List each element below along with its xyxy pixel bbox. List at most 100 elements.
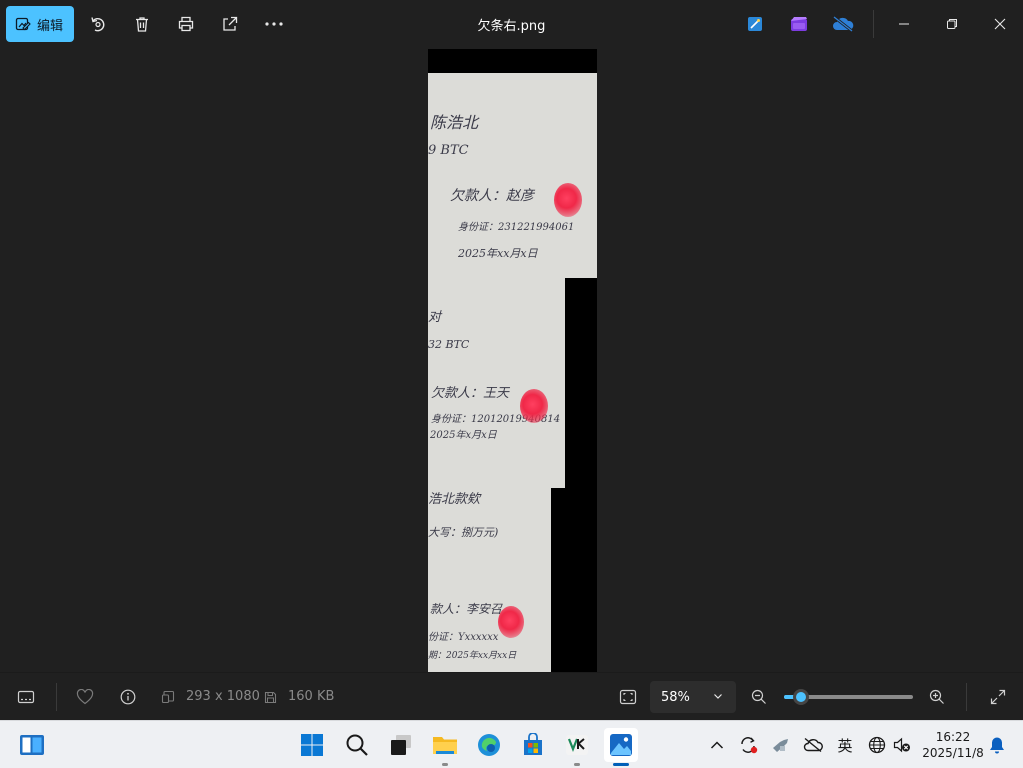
favorite-button[interactable] — [73, 685, 97, 709]
zoom-level-dropdown[interactable]: 58% — [650, 681, 736, 713]
rotate-icon — [91, 17, 105, 32]
red-fingerprint — [498, 606, 524, 638]
handwritten-text: 2025年xx月x日 — [458, 247, 538, 260]
running-indicator — [613, 763, 629, 766]
file-explorer-button[interactable] — [430, 730, 460, 766]
zoom-out-button[interactable] — [747, 685, 771, 709]
handwritten-text: 大写：捌万元) — [428, 526, 499, 539]
sync-icon — [741, 737, 758, 754]
handwritten-text: 欠款人：王天 — [431, 386, 510, 401]
iou-page-2: 对 32 BTC 欠款人：王天 身份证：12012019940814 2025年… — [428, 276, 565, 488]
task-view-button[interactable] — [386, 730, 416, 760]
start-button[interactable] — [297, 730, 327, 760]
iou-page-1: 陈浩北 9 BTC 欠款人：赵彦 身份证：231221994061 2025年x… — [428, 73, 597, 278]
restore-button[interactable] — [940, 12, 964, 36]
file-info-button[interactable] — [116, 685, 140, 709]
filmstrip-button[interactable] — [14, 685, 38, 709]
handwritten-text: 32 BTC — [428, 338, 470, 351]
handwritten-text: 9 BTC — [428, 143, 469, 158]
speaker-muted-icon — [893, 737, 910, 753]
onedrive-offline-icon — [833, 16, 854, 32]
tool-tray-button[interactable] — [770, 734, 792, 756]
task-view-icon — [391, 735, 411, 755]
edit-button-label: 编辑 — [37, 18, 64, 34]
input-method-indicator[interactable]: 英 — [834, 734, 856, 756]
iou-page-3: 浩北款欸 大写：捌万元) 款人：李安召 份证：Yxxxxxx 期：2025年xx… — [428, 488, 551, 672]
image-viewport[interactable]: 陈浩北 9 BTC 欠款人：赵彦 身份证：231221994061 2025年x… — [0, 49, 1023, 672]
chevron-up-icon — [710, 741, 724, 749]
share-icon — [223, 16, 238, 31]
zoom-out-icon — [751, 689, 766, 704]
globe-icon — [868, 736, 886, 754]
status-divider — [56, 683, 57, 711]
expand-icon — [990, 689, 1006, 705]
zoom-slider-thumb[interactable] — [792, 689, 809, 705]
displayed-image[interactable]: 陈浩北 9 BTC 欠款人：赵彦 身份证：231221994061 2025年x… — [428, 49, 597, 672]
search-icon — [346, 734, 368, 756]
designer-button[interactable] — [743, 12, 767, 36]
toolbar-divider — [873, 10, 874, 38]
show-hidden-icons-button[interactable] — [706, 734, 728, 756]
status-divider — [966, 683, 967, 711]
fit-to-window-button[interactable] — [616, 685, 640, 709]
app-vk-icon — [566, 735, 588, 755]
zoom-level-value: 58% — [661, 689, 690, 705]
more-icon — [265, 22, 283, 26]
windows-taskbar: 英 16:22 2025/11/8 — [0, 720, 1023, 768]
file-size-icon — [260, 685, 280, 709]
onedrive-tray-button[interactable] — [802, 734, 824, 756]
heart-icon — [76, 689, 94, 705]
clock-date: 2025/11/8 — [922, 746, 984, 760]
restore-icon — [947, 19, 957, 29]
print-button[interactable] — [174, 12, 198, 36]
folder-icon — [433, 737, 457, 754]
fullscreen-button[interactable] — [986, 685, 1010, 709]
fit-window-icon — [619, 689, 637, 705]
handwritten-text: 陈浩北 — [430, 113, 479, 132]
red-fingerprint — [520, 389, 548, 423]
volume-muted-button[interactable] — [891, 734, 913, 756]
handwritten-text: 2025年x月x日 — [430, 430, 497, 441]
handwritten-text: 身份证：231221994061 — [458, 222, 575, 233]
dimensions-icon — [158, 685, 178, 709]
system-clock[interactable]: 16:22 2025/11/8 — [918, 729, 988, 761]
delete-button[interactable] — [130, 12, 154, 36]
clock-time: 16:22 — [935, 730, 971, 744]
rotate-button[interactable] — [86, 12, 110, 36]
zoom-in-button[interactable] — [925, 685, 949, 709]
search-button[interactable] — [342, 730, 372, 760]
network-tray-button[interactable] — [866, 734, 888, 756]
handwritten-text: 款人：李安召 — [430, 602, 503, 616]
onedrive-button[interactable] — [831, 12, 855, 36]
close-icon — [994, 18, 1006, 30]
tool-icon — [773, 739, 788, 752]
photos-icon — [610, 734, 632, 756]
handwritten-text: 份证：Yxxxxxx — [428, 632, 499, 643]
edge-button[interactable] — [474, 730, 504, 760]
handwritten-text: 浩北款欸 — [428, 492, 481, 507]
more-options-button[interactable] — [262, 12, 286, 36]
cloud-offline-icon — [803, 737, 823, 753]
close-button[interactable] — [988, 12, 1012, 36]
share-button[interactable] — [218, 12, 242, 36]
image-dimensions: 293 x 1080 — [186, 689, 260, 704]
status-bar: 293 x 1080 160 KB 58% — [0, 672, 1023, 720]
notifications-button[interactable] — [986, 734, 1008, 756]
edit-button[interactable]: 编辑 — [6, 6, 74, 42]
widgets-button[interactable] — [17, 730, 47, 760]
trash-icon — [136, 17, 148, 32]
handwritten-text: 期：2025年xx月xx日 — [428, 651, 517, 661]
edit-image-icon — [15, 17, 31, 31]
microsoft-store-button[interactable] — [518, 730, 548, 760]
zoom-in-icon — [929, 689, 944, 704]
photos-app-button[interactable] — [604, 728, 638, 766]
handwritten-text: 对 — [428, 310, 442, 325]
clipchamp-button[interactable] — [787, 12, 811, 36]
minimize-icon — [899, 23, 909, 25]
designer-icon — [748, 17, 762, 31]
minimize-button[interactable] — [892, 12, 916, 36]
handwritten-text: 欠款人：赵彦 — [450, 188, 534, 204]
running-indicator — [442, 763, 448, 766]
vscode-style-app-button[interactable] — [562, 730, 592, 766]
sync-tray-button[interactable] — [738, 734, 760, 756]
